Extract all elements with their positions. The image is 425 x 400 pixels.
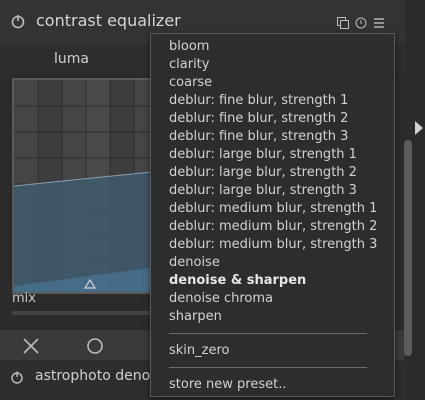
circle-icon[interactable] [86,337,104,355]
menu-item[interactable]: clarity [169,56,377,74]
menu-item-skin-zero[interactable]: skin_zero [169,342,230,360]
menu-item[interactable]: denoise chroma [169,290,377,308]
menu-item[interactable]: deblur: large blur, strength 2 [169,164,377,182]
menu-item-selected[interactable]: denoise & sharpen [169,272,377,290]
user-preset-list: skin_zero [169,342,230,360]
module-title: contrast equalizer [36,11,181,30]
menu-item[interactable]: deblur: large blur, strength 1 [169,146,377,164]
graph-node-marker-icon[interactable] [84,279,96,289]
store-preset-list: store new preset.. [169,376,286,394]
menu-item[interactable]: coarse [169,74,377,92]
menu-item[interactable]: deblur: large blur, strength 3 [169,182,377,200]
menu-separator [169,333,367,334]
menu-item[interactable]: deblur: fine blur, strength 3 [169,128,377,146]
presets-popup-menu: bloom clarity coarse deblur: fine blur, … [150,33,395,397]
chevron-right-icon[interactable] [414,120,424,136]
mix-label: mix [12,291,36,306]
menu-item[interactable]: sharpen [169,308,377,326]
store-new-preset-item[interactable]: store new preset.. [169,376,286,394]
menu-separator [169,367,367,368]
presets-menu-icon[interactable] [373,14,385,28]
preset-list: bloom clarity coarse deblur: fine blur, … [169,38,377,326]
menu-item[interactable]: denoise [169,254,377,272]
tab-luma[interactable]: luma [54,51,89,67]
header-icons [337,14,385,29]
close-x-icon[interactable] [22,337,40,355]
menu-item[interactable]: bloom [169,38,377,56]
power-icon[interactable] [10,13,26,29]
menu-item[interactable]: deblur: fine blur, strength 2 [169,110,377,128]
menu-item[interactable]: deblur: medium blur, strength 2 [169,218,377,236]
scrollbar-thumb[interactable] [404,140,412,356]
menu-item[interactable]: deblur: fine blur, strength 1 [169,92,377,110]
multi-instance-icon[interactable] [337,14,349,29]
power-icon[interactable] [10,370,24,384]
menu-item[interactable]: deblur: medium blur, strength 3 [169,236,377,254]
menu-item[interactable]: deblur: medium blur, strength 1 [169,200,377,218]
reset-icon[interactable] [355,14,367,29]
